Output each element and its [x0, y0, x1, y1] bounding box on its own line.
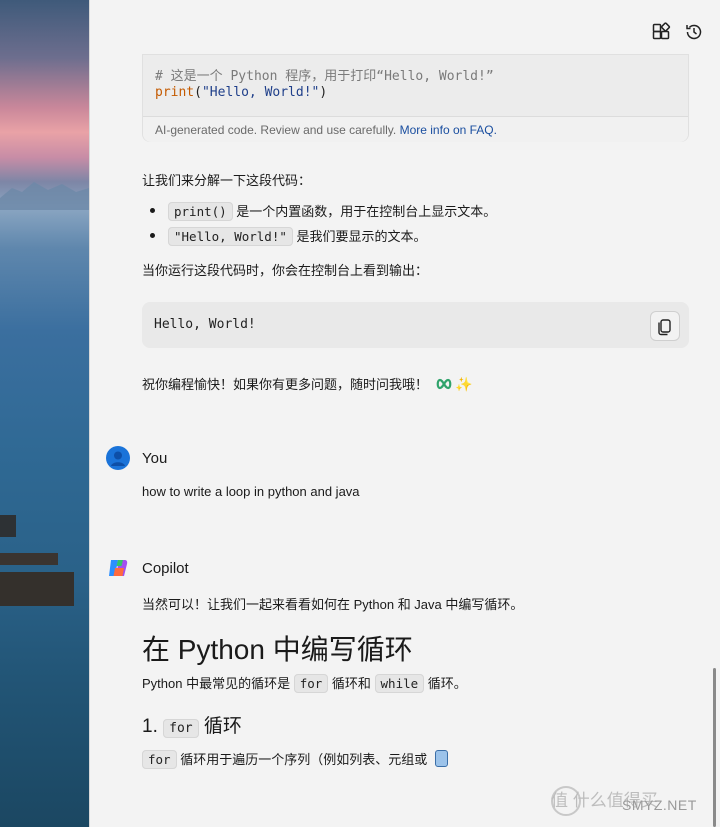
code-paren-close: )	[319, 85, 328, 100]
typing-cursor	[434, 750, 448, 767]
scrollbar[interactable]	[713, 668, 716, 827]
desktop-wallpaper	[0, 0, 89, 827]
inline-code: "Hello, World!"	[168, 227, 293, 246]
text-span: 循环。	[424, 676, 467, 691]
output-block: Hello, World!	[142, 302, 689, 348]
code-paren-open: (	[194, 85, 202, 100]
loop-summary: Python 中最常见的循环是 for 循环和 while 循环。	[142, 673, 467, 693]
copilot-sender: Copilot	[142, 560, 189, 577]
bullet-dot	[150, 233, 155, 238]
pier-deck	[0, 572, 74, 606]
bullet-text: 是一个内置函数，用于在控制台上显示文本。	[232, 204, 497, 219]
copilot-intro: 当然可以！让我们一起来看看如何在 Python 和 Java 中编写循环。	[142, 597, 524, 612]
copilot-panel: # 这是一个 Python 程序，用于打印“Hello, World!” pri…	[89, 0, 720, 827]
text-span: 循环用于遍历一个序列（例如列表、元组或	[176, 752, 428, 767]
history-icon[interactable]	[684, 22, 704, 42]
copy-button[interactable]	[650, 311, 680, 341]
for-loop-desc: for 循环用于遍历一个序列（例如列表、元组或	[142, 749, 448, 769]
code-footer-note: AI-generated code. Review and use carefu…	[155, 123, 397, 137]
bullet-item: print() 是一个内置函数，用于在控制台上显示文本。	[168, 201, 497, 221]
inline-code: while	[374, 674, 425, 693]
pier-plank	[0, 553, 58, 565]
code-string: "Hello, World!"	[201, 85, 320, 100]
apps-icon[interactable]	[651, 22, 671, 42]
bullet-dot	[150, 208, 155, 213]
code-line: print("Hello, World!")	[155, 85, 327, 100]
user-avatar	[106, 446, 130, 470]
code-comment: # 这是一个 Python 程序，用于打印“Hello, World!”	[155, 69, 494, 84]
copy-icon	[658, 319, 671, 336]
inline-code: for	[142, 750, 177, 769]
code-footer: AI-generated code. Review and use carefu…	[143, 116, 688, 142]
closing-line: 祝你编程愉快！如果你有更多问题，随时问我哦！	[142, 377, 429, 392]
code-fn: print	[155, 85, 195, 100]
copilot-logo	[106, 556, 130, 580]
text-span: 循环和	[328, 676, 375, 691]
inline-code: for	[293, 674, 329, 693]
inline-code: for	[163, 719, 199, 738]
code-block: # 这是一个 Python 程序，用于打印“Hello, World!” pri…	[142, 54, 689, 142]
output-text: Hello, World!	[154, 317, 256, 332]
explain-intro: 让我们来分解一下这段代码：	[142, 173, 312, 188]
text-span: Python 中最常见的循环是	[142, 676, 294, 691]
user-message: how to write a loop in python and java	[142, 484, 360, 499]
closing-text: 祝你编程愉快！如果你有更多问题，随时问我哦！ ✨	[142, 374, 473, 393]
bullet-item: "Hello, World!" 是我们要显示的文本。	[168, 226, 427, 246]
text-span: 循环	[198, 716, 242, 737]
mountain-silhouette	[0, 182, 89, 210]
user-sender: You	[142, 450, 168, 467]
bullet-text: 是我们要显示的文本。	[292, 229, 427, 244]
subsection-heading: 1. for 循环	[142, 711, 242, 738]
list-number: 1.	[142, 716, 164, 737]
infinity-emoji	[436, 378, 451, 390]
section-heading: 在 Python 中编写循环	[142, 634, 413, 665]
pier-post	[0, 515, 16, 537]
faq-link[interactable]: More info on FAQ.	[400, 123, 497, 137]
inline-code: print()	[168, 202, 233, 221]
run-text: 当你运行这段代码时，你会在控制台上看到输出：	[142, 263, 429, 278]
sparkle-emoji: ✨	[455, 376, 473, 392]
watermark-brand: SMYZ.NET	[622, 797, 697, 813]
